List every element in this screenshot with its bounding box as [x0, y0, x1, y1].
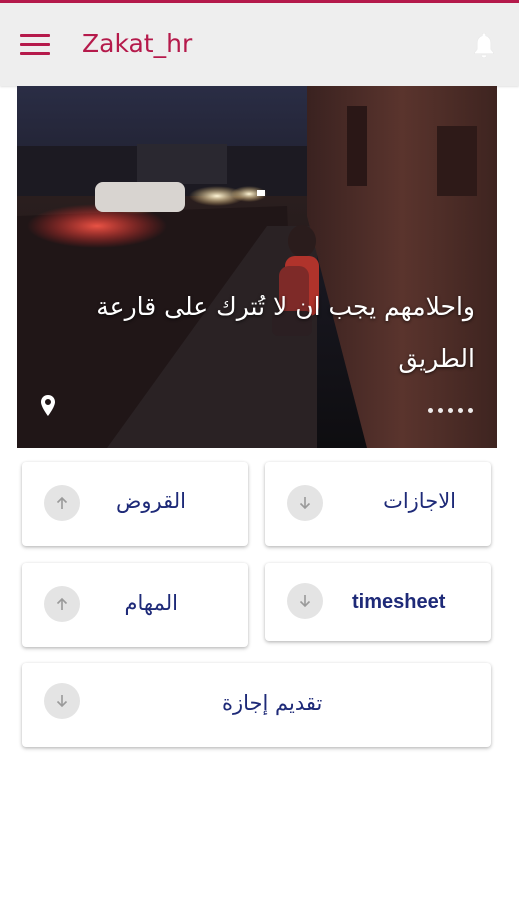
- location-pin-icon[interactable]: [39, 394, 57, 418]
- carousel-dots: [428, 408, 473, 413]
- leave-request-card[interactable]: تقديم إجازة: [22, 663, 491, 747]
- carousel-dot[interactable]: [468, 408, 473, 413]
- app-title: Zakat_hr: [82, 29, 193, 58]
- arrow-up-icon: [44, 586, 80, 622]
- loans-card[interactable]: القروض: [22, 462, 248, 546]
- carousel-dot[interactable]: [438, 408, 443, 413]
- app-bar: Zakat_hr: [0, 3, 519, 86]
- timesheet-card[interactable]: timesheet: [265, 563, 491, 641]
- carousel-dot[interactable]: [458, 408, 463, 413]
- banner-image: [17, 86, 497, 448]
- tasks-label: المهام: [124, 591, 178, 615]
- hamburger-menu-icon[interactable]: [20, 34, 50, 56]
- leaves-label: الاجازات: [383, 489, 456, 513]
- banner-caption: واحلامهم يجب ان لا تُترك على قارعة الطري…: [96, 292, 475, 373]
- carousel-dot[interactable]: [428, 408, 433, 413]
- loans-label: القروض: [116, 489, 186, 513]
- bell-icon[interactable]: [471, 31, 497, 61]
- tasks-card[interactable]: المهام: [22, 563, 248, 647]
- arrow-down-icon: [287, 485, 323, 521]
- timesheet-label: timesheet: [352, 591, 446, 613]
- leaves-card[interactable]: الاجازات: [265, 462, 491, 546]
- leave-request-label: تقديم إجازة: [222, 691, 323, 715]
- arrow-up-icon: [44, 485, 80, 521]
- carousel-dot[interactable]: [448, 408, 453, 413]
- banner-carousel[interactable]: واحلامهم يجب ان لا تُترك على قارعة الطري…: [17, 86, 497, 448]
- arrow-down-icon: [287, 583, 323, 619]
- arrow-down-icon: [44, 683, 80, 719]
